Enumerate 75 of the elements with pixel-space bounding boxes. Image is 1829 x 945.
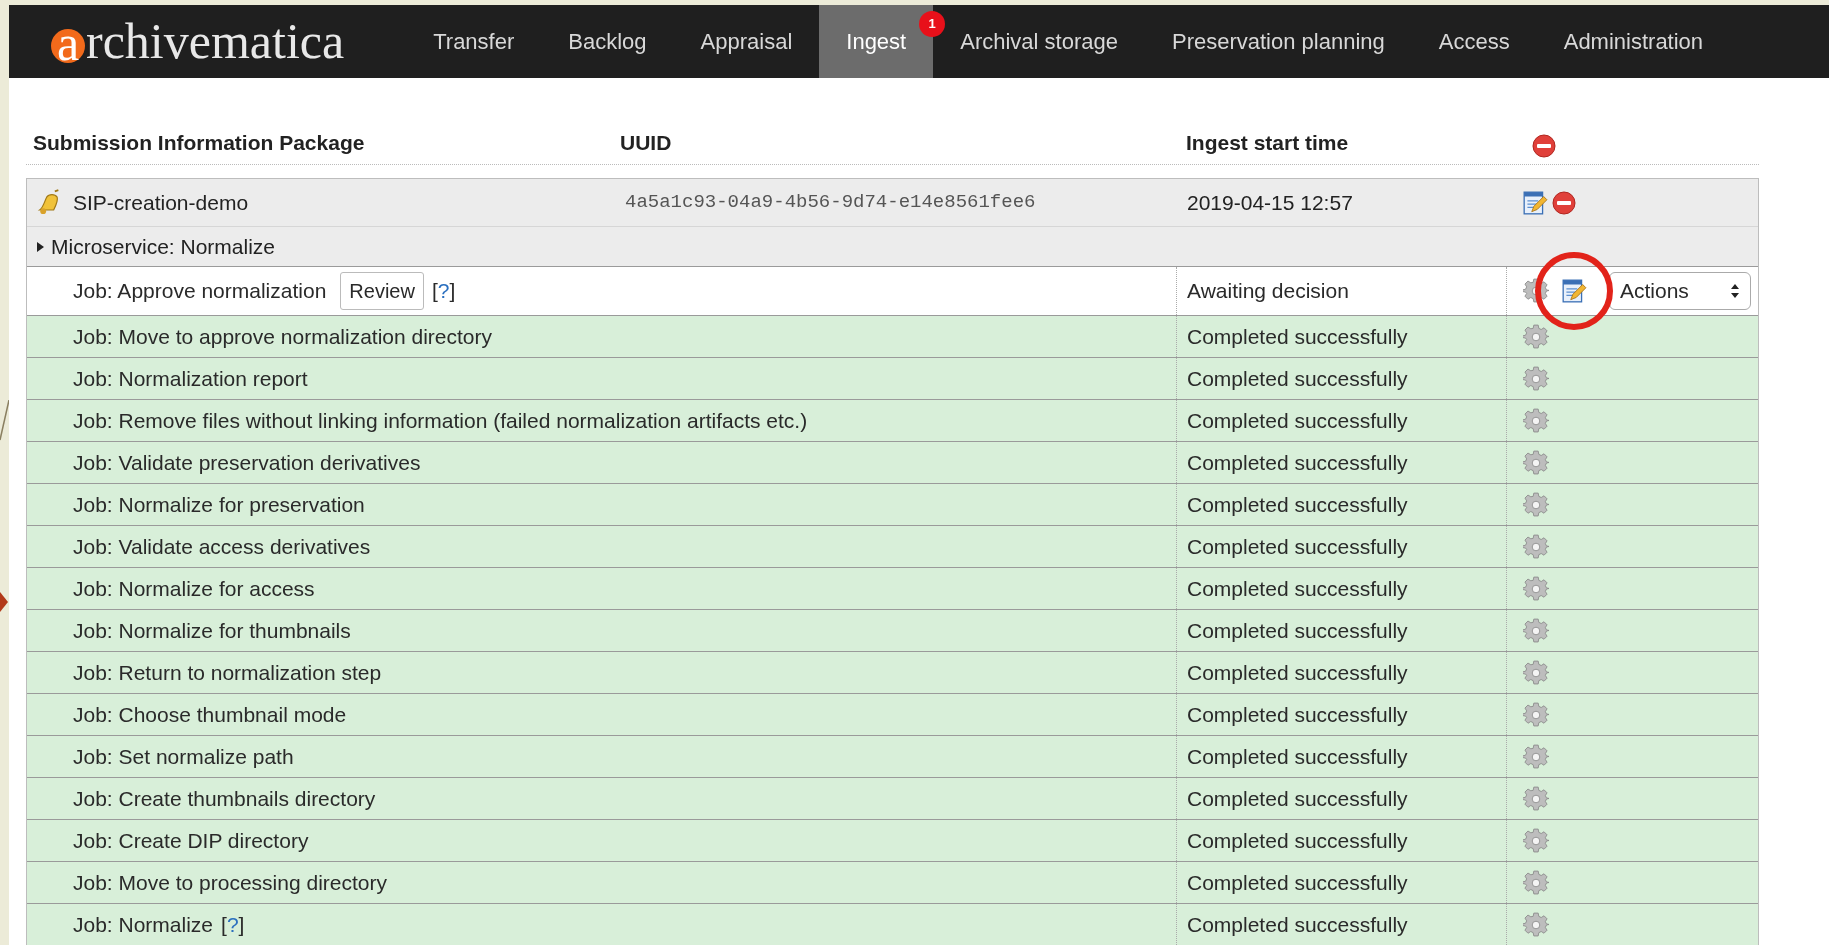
gear-icon[interactable] [1523, 827, 1549, 854]
job-label: Job: Create DIP directory [73, 827, 309, 854]
gear-icon[interactable] [1523, 911, 1549, 938]
job-status: Completed successfully [1187, 743, 1408, 770]
job-label: Job: Normalize for access [73, 575, 315, 602]
gear-icon[interactable] [1523, 491, 1549, 518]
job-status: Completed successfully [1187, 827, 1408, 854]
gear-icon[interactable] [1523, 449, 1549, 476]
nav-tab[interactable]: Appraisal [673, 5, 820, 78]
gear-icon[interactable] [1523, 869, 1549, 896]
microservice-row[interactable]: Microservice: Normalize [27, 227, 1758, 267]
nav-tab[interactable]: Transfer [406, 5, 542, 78]
job-status: Completed successfully [1187, 365, 1408, 392]
column-header: Submission Information Package [32, 129, 366, 156]
gear-icon[interactable] [1523, 743, 1549, 770]
job-label: Job: Validate access derivatives [73, 533, 371, 560]
job-label: Job: Normalization report [73, 365, 308, 392]
collapsed-triangle-icon[interactable] [35, 240, 45, 253]
nav-tab[interactable]: Access [1411, 5, 1537, 78]
gear-icon[interactable] [1523, 323, 1549, 350]
nav-tab[interactable]: Preservation planning [1144, 5, 1412, 78]
job-label: Job: Move to processing directory [73, 869, 387, 896]
sip-name: SIP-creation-demo [73, 189, 249, 216]
remove-icon[interactable] [1532, 134, 1556, 158]
job-status: Awaiting decision [1187, 278, 1349, 305]
job-label: Job: Normalize for preservation [73, 491, 365, 518]
gear-icon[interactable] [1523, 617, 1549, 644]
microservice-label: Microservice: Normalize [51, 233, 276, 260]
help-link[interactable]: [?] [431, 275, 456, 307]
notification-badge: 1 [919, 11, 946, 37]
job-status: Completed successfully [1187, 449, 1408, 476]
job-status: Completed successfully [1187, 659, 1408, 686]
job-status: Completed successfully [1187, 533, 1408, 560]
job-status: Completed successfully [1187, 323, 1408, 350]
job-status: Completed successfully [1187, 911, 1408, 938]
job-label: Job: Remove files without linking information (failed normalization artifacts etc.) [73, 407, 808, 434]
gear-icon[interactable] [1523, 701, 1549, 728]
actions-select[interactable]: Actions [1609, 272, 1751, 310]
job-label: Job: Move to approve normalization directory [73, 323, 493, 350]
job-label: Job: Approve normalization [73, 278, 327, 305]
gear-icon[interactable] [1523, 278, 1549, 304]
edit-icon[interactable] [1522, 189, 1548, 216]
select-arrows-icon [1730, 283, 1740, 299]
nav-tab[interactable]: Administration [1536, 5, 1731, 78]
job-label: Job: Normalize [73, 911, 214, 938]
job-label: Job: Validate preservation derivatives [73, 449, 421, 476]
gear-icon[interactable] [1523, 407, 1549, 434]
nav-tab[interactable]: Backlog [541, 5, 674, 78]
sip-row[interactable]: SIP-creation-demo 4a5a1c93-04a9-4b56-9d74-e14e8561fee6 2019-04-15 12:57 [27, 179, 1758, 227]
job-label: Job: Create thumbnails directory [73, 785, 376, 812]
column-header: UUID [620, 129, 673, 156]
review-button[interactable]: Review [340, 272, 424, 310]
help-link[interactable]: [?] [221, 908, 245, 941]
job-status: Completed successfully [1187, 575, 1408, 602]
job-status: Completed successfully [1187, 617, 1408, 644]
job-status: Completed successfully [1187, 407, 1408, 434]
ingest-start-time: 2019-04-15 12:57 [1187, 189, 1354, 216]
column-header: Ingest start time [1186, 129, 1350, 156]
job-label: Job: Set normalize path [73, 743, 294, 770]
job-status: Completed successfully [1187, 785, 1408, 812]
job-status: Completed successfully [1187, 869, 1408, 896]
gear-icon[interactable] [1523, 785, 1549, 812]
job-label: Job: Return to normalization step [73, 659, 382, 686]
logo[interactable]: archivematica [9, 5, 407, 78]
job-label: Job: Normalize for thumbnails [73, 617, 351, 644]
gear-icon[interactable] [1523, 365, 1549, 392]
gear-icon[interactable] [1523, 659, 1549, 686]
gear-icon[interactable] [1523, 533, 1549, 560]
job-status: Completed successfully [1187, 491, 1408, 518]
edit-icon[interactable] [1561, 278, 1587, 304]
gear-icon[interactable] [1523, 575, 1549, 602]
job-label: Job: Choose thumbnail mode [73, 701, 347, 728]
sip-uuid: 4a5a1c93-04a9-4b56-9d74-e14e8561fee6 [624, 190, 1037, 216]
job-status: Completed successfully [1187, 701, 1408, 728]
remove-icon[interactable] [1552, 190, 1576, 215]
